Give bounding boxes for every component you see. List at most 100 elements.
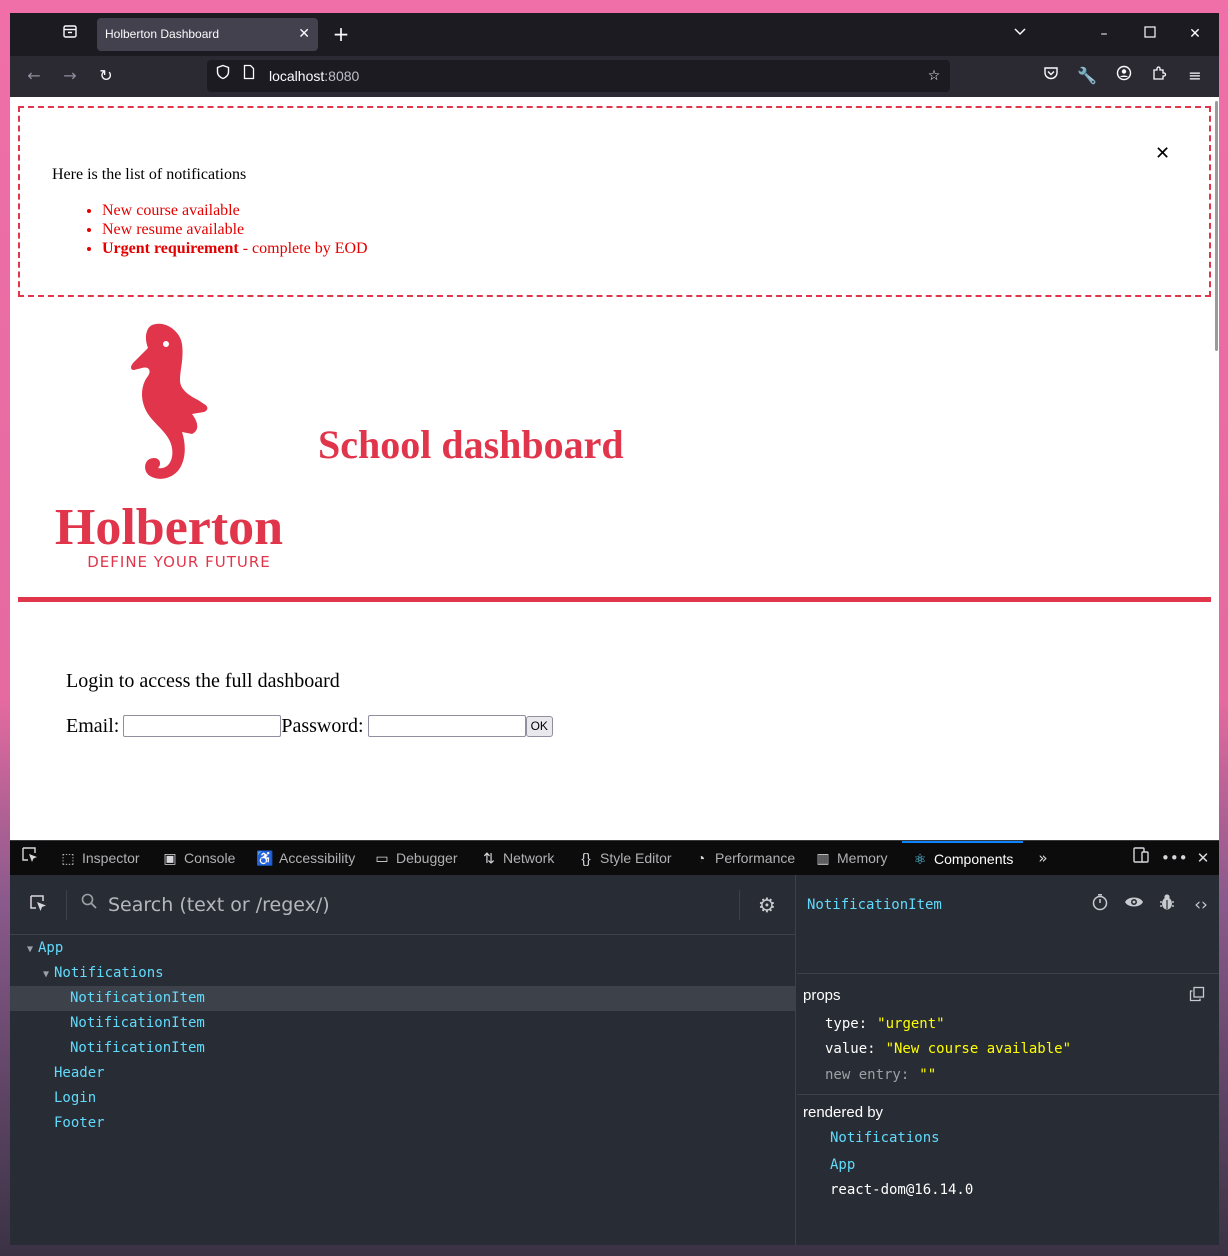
component-search-input[interactable] xyxy=(108,890,728,920)
ok-button[interactable]: OK xyxy=(525,715,553,737)
component-tree: ▼ App ▼ Notifications NotificationItem Not… xyxy=(10,936,796,1136)
tab-label: Style Editor xyxy=(600,850,672,866)
maximize-icon[interactable] xyxy=(1138,21,1162,47)
new-tab-icon[interactable]: + xyxy=(329,21,353,47)
page-content: ✕ Here is the list of notifications New … xyxy=(10,97,1219,840)
notification-item[interactable]: Urgent requirement - complete by EOD xyxy=(102,239,368,258)
divider xyxy=(797,973,1219,974)
header-divider xyxy=(18,597,1211,602)
tree-node-notifications[interactable]: ▼ Notifications xyxy=(10,961,796,986)
forward-icon[interactable]: → xyxy=(58,64,82,88)
tab-label: Accessibility xyxy=(279,850,356,866)
copy-icon[interactable] xyxy=(1187,986,1207,1006)
bookmark-star-icon[interactable]: ☆ xyxy=(922,64,946,88)
shield-icon[interactable] xyxy=(211,64,235,88)
tab-label: Inspector xyxy=(82,850,140,866)
tab-network[interactable]: ⇅ Network xyxy=(479,841,554,875)
tab-inspector[interactable]: ⬚ Inspector xyxy=(58,841,140,875)
page-scrollbar[interactable] xyxy=(1215,101,1218,351)
tab-memory[interactable]: ▥ Memory xyxy=(813,841,887,875)
tree-node-app[interactable]: ▼ App xyxy=(10,936,796,961)
tab-debugger[interactable]: ▭ Debugger xyxy=(372,841,457,875)
tab-performance[interactable]: ◔ Performance xyxy=(691,841,795,875)
page-icon[interactable] xyxy=(237,64,261,88)
responsive-design-icon[interactable] xyxy=(1129,846,1153,870)
url-host: localhost xyxy=(269,68,325,84)
accessibility-icon: ♿ xyxy=(256,850,274,866)
tab-console[interactable]: ▣ Console xyxy=(160,841,235,875)
bug-icon[interactable] xyxy=(1155,893,1179,917)
url-text[interactable]: localhost:8080 xyxy=(269,60,359,92)
details-header: NotificationItem ‹› xyxy=(797,875,1219,935)
owner-link[interactable]: App xyxy=(830,1157,855,1173)
caret-down-icon[interactable]: ▼ xyxy=(22,937,38,962)
close-devtools-icon[interactable]: ✕ xyxy=(1191,846,1215,870)
prop-value[interactable]: "New course available" xyxy=(886,1041,1071,1057)
extensions-icon[interactable] xyxy=(1147,64,1171,88)
pick-element-icon[interactable] xyxy=(18,846,42,870)
close-window-icon[interactable]: ✕ xyxy=(1183,21,1207,47)
tree-node-notification-item[interactable]: NotificationItem xyxy=(10,1036,796,1061)
tree-node-label: NotificationItem xyxy=(70,1040,205,1056)
reload-icon[interactable]: ↻ xyxy=(94,64,118,88)
page-title: School dashboard xyxy=(318,422,624,467)
props-label: props xyxy=(803,987,841,1004)
react-icon: ⚛ xyxy=(913,851,927,867)
selected-component-name: NotificationItem xyxy=(807,897,942,913)
select-component-icon[interactable] xyxy=(26,893,50,917)
notifications-title: Here is the list of notifications xyxy=(52,166,247,183)
tab-close-icon[interactable]: ✕ xyxy=(298,18,310,51)
more-options-icon[interactable]: ••• xyxy=(1161,846,1188,870)
prop-row[interactable]: type: "urgent" xyxy=(825,1016,945,1032)
menu-icon[interactable]: ≡ xyxy=(1183,64,1207,88)
rendered-by-label: rendered by xyxy=(803,1104,884,1121)
password-field[interactable] xyxy=(367,715,526,737)
notification-item[interactable]: New course available xyxy=(102,201,368,220)
prop-row-new-entry[interactable]: new entry: "" xyxy=(825,1067,936,1083)
gear-icon[interactable]: ⚙ xyxy=(755,893,779,917)
notification-strong: Urgent requirement xyxy=(102,240,239,257)
pocket-icon[interactable] xyxy=(1039,64,1063,88)
close-icon[interactable]: ✕ xyxy=(1155,144,1170,164)
tree-node-header[interactable]: Header xyxy=(10,1061,796,1086)
divider xyxy=(739,890,740,920)
tab-accessibility[interactable]: ♿ Accessibility xyxy=(255,841,355,875)
url-bar[interactable]: localhost:8080 ☆ xyxy=(207,60,950,92)
view-source-icon[interactable]: ‹› xyxy=(1189,893,1213,917)
prop-value[interactable]: "urgent" xyxy=(877,1016,944,1032)
notification-item[interactable]: New resume available xyxy=(102,220,368,239)
navigation-bar: ← → ↻ localhost:8080 ☆ 🔧 ≡ xyxy=(10,56,1219,97)
email-field[interactable] xyxy=(123,715,282,737)
wrench-icon[interactable]: 🔧 xyxy=(1075,64,1099,88)
tree-node-notification-item[interactable]: NotificationItem xyxy=(10,986,796,1011)
tree-node-label: NotificationItem xyxy=(70,1015,205,1031)
notifications-list: New course available New resume availabl… xyxy=(102,201,368,258)
eye-icon[interactable] xyxy=(1122,893,1146,917)
tab-label: Performance xyxy=(715,850,796,866)
component-tree-pane: ⚙ ▼App ▼Notifications NotificationItem N… xyxy=(10,875,796,1245)
tree-node-notification-item[interactable]: NotificationItem xyxy=(10,1011,796,1036)
back-icon[interactable]: ← xyxy=(22,64,46,88)
tree-node-footer[interactable]: Footer xyxy=(10,1111,796,1136)
tree-node-login[interactable]: Login xyxy=(10,1086,796,1111)
seahorse-icon xyxy=(131,323,208,479)
style-editor-icon: {} xyxy=(581,850,591,866)
owner-link[interactable]: Notifications xyxy=(830,1130,940,1146)
tab-components[interactable]: ⚛ Components xyxy=(902,841,1024,875)
caret-down-icon[interactable]: ▼ xyxy=(38,962,54,987)
tree-node-label: Notifications xyxy=(54,965,164,981)
browser-tab[interactable]: Holberton Dashboard ✕ xyxy=(97,18,318,51)
prop-value[interactable]: "" xyxy=(919,1067,936,1083)
prop-row[interactable]: value: "New course available" xyxy=(825,1041,1071,1057)
stopwatch-icon[interactable] xyxy=(1088,893,1112,917)
browser-window: Holberton Dashboard ✕ + – ✕ ← → ↻ localh… xyxy=(10,13,1219,1245)
list-all-tabs-icon[interactable] xyxy=(1008,21,1032,47)
account-icon[interactable] xyxy=(1112,64,1136,88)
minimize-icon[interactable]: – xyxy=(1092,21,1116,47)
tab-style-editor[interactable]: {} Style Editor xyxy=(576,841,672,875)
renderer-version: react-dom@16.14.0 xyxy=(830,1182,974,1198)
performance-icon: ◔ xyxy=(696,850,706,866)
components-panel: ⚙ ▼App ▼Notifications NotificationItem N… xyxy=(10,875,1219,1245)
more-tabs-icon[interactable]: » xyxy=(1031,846,1055,870)
tab-list-icon[interactable] xyxy=(58,23,82,47)
